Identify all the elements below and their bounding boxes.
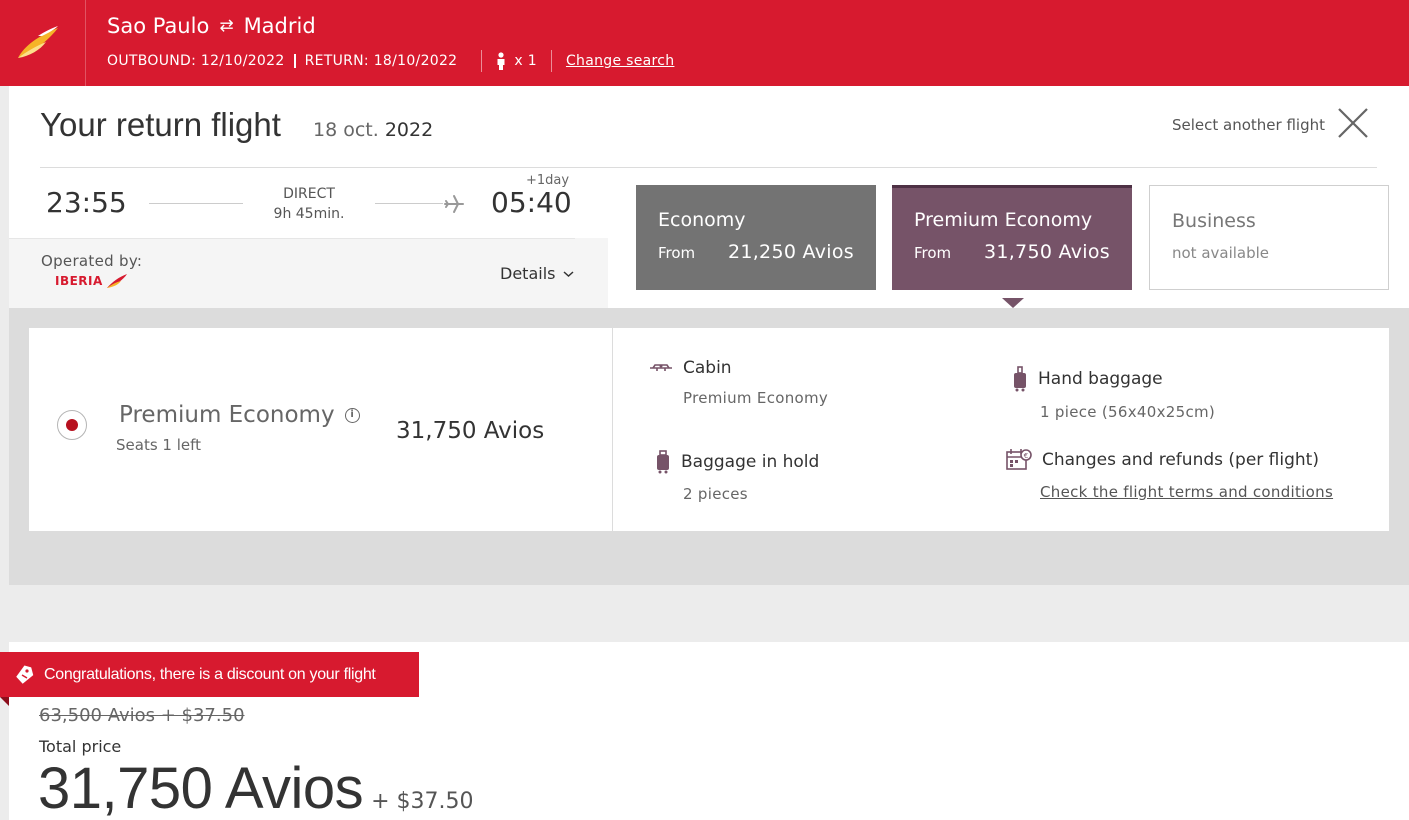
- selected-fare-pointer: [1002, 298, 1024, 308]
- fare-radio-selected[interactable]: [57, 410, 87, 440]
- change-search-link[interactable]: Change search: [566, 53, 674, 69]
- divider: [481, 50, 483, 72]
- calendar-icon: €: [1006, 449, 1032, 470]
- divider: [9, 238, 575, 239]
- route-line: [149, 203, 243, 204]
- feature-cabin: Cabin Premium Economy: [649, 358, 828, 407]
- route-line: [375, 203, 443, 204]
- feature-hand-baggage: Hand baggage 1 piece (56x40x25cm): [1012, 366, 1215, 421]
- feature-cabin-value: Premium Economy: [683, 389, 829, 407]
- feature-changes: € Changes and refunds (per flight) Check…: [1006, 448, 1333, 501]
- flight-panel: Your return flight 18 oct. 2022 Select a…: [9, 86, 1409, 308]
- chevron-down-icon: [563, 270, 574, 277]
- feature-hold-value: 2 pieces: [683, 485, 748, 503]
- route-title: Sao Paulo ⇄ Madrid: [107, 14, 316, 38]
- passenger-count: x 1: [496, 52, 537, 70]
- total-avios: 31,750 Avios: [38, 756, 364, 820]
- airline-logo-icon: [18, 26, 58, 58]
- info-icon[interactable]: i: [344, 407, 360, 423]
- feature-hand-value: 1 piece (56x40x25cm): [1040, 403, 1216, 421]
- carrier-name: IBERIA: [55, 274, 103, 288]
- departure-time: 23:55: [46, 186, 127, 219]
- fare-business: Business not available: [1149, 185, 1389, 290]
- total-price-label: Total price: [39, 737, 122, 756]
- feature-hold-baggage: Baggage in hold 2 pieces: [655, 450, 819, 503]
- flight-date-day: 18 oct.: [313, 119, 379, 141]
- divider: [612, 328, 613, 531]
- return-date: RETURN: 18/10/2022: [304, 53, 458, 69]
- discount-text: Congratulations, there is a discount on …: [44, 665, 376, 683]
- flight-summary: 23:55 DIRECT 9h 45min. +1day 05:40 Opera…: [9, 168, 608, 308]
- divider: [550, 50, 552, 72]
- selected-cabin: Premium Economy i: [119, 402, 360, 428]
- fare-availability: not available: [1172, 244, 1270, 262]
- feature-hold-title: Baggage in hold: [655, 450, 819, 474]
- selected-fare-price: 31,750 Avios: [396, 418, 545, 444]
- flight-info: DIRECT 9h 45min.: [249, 184, 369, 224]
- flight-date-year: 2022: [384, 119, 434, 141]
- passenger-count-text: x 1: [514, 53, 537, 69]
- total-cash: + $37.50: [371, 789, 474, 814]
- fare-from-label: From: [658, 244, 696, 262]
- banner-fold: [0, 697, 9, 706]
- seats-left: Seats 1 left: [116, 436, 202, 454]
- feature-title-text: Cabin: [683, 358, 732, 378]
- fare-price-row: From 31,750 Avios: [914, 241, 1110, 263]
- feature-cabin-title: Cabin: [649, 358, 828, 378]
- feature-changes-title: € Changes and refunds (per flight): [1006, 448, 1333, 472]
- select-another-flight-link[interactable]: Select another flight: [1172, 116, 1325, 134]
- plane-icon: [444, 195, 464, 213]
- svg-text:€: €: [1024, 452, 1028, 460]
- destination-city: Madrid: [243, 14, 316, 38]
- carrier-logo-icon: [106, 274, 127, 288]
- airline-logo[interactable]: [0, 0, 86, 86]
- fare-option-card: Premium Economy i Seats 1 left 31,750 Av…: [29, 328, 1389, 531]
- fare-from-label: From: [914, 244, 952, 262]
- original-price: 63,500 Avios + $37.50: [39, 705, 245, 726]
- feature-hand-title: Hand baggage: [1012, 366, 1215, 392]
- duration-text: 9h 45min.: [273, 206, 345, 222]
- fare-name: Business: [1172, 210, 1256, 232]
- details-label: Details: [500, 264, 556, 283]
- trip-summary: OUTBOUND: 12/10/2022 RETURN: 18/10/2022 …: [107, 50, 674, 72]
- flight-date: 18 oct. 2022: [313, 119, 433, 141]
- outbound-date: OUTBOUND: 12/10/2022: [107, 53, 285, 69]
- total-price: 31,750 Avios + $37.50: [38, 755, 474, 820]
- fare-name: Economy: [658, 209, 746, 231]
- cabin-icon: [650, 364, 672, 371]
- details-toggle[interactable]: Details: [500, 264, 574, 283]
- feature-title-text: Baggage in hold: [681, 452, 820, 472]
- fare-price: 21,250 Avios: [727, 241, 854, 263]
- fare-price: 31,750 Avios: [983, 241, 1110, 263]
- selected-cabin-name: Premium Economy: [119, 402, 335, 428]
- feature-title-text: Changes and refunds (per flight): [1042, 450, 1319, 470]
- page-title: Your return flight: [40, 106, 281, 143]
- feature-changes-value: Check the flight terms and conditions: [1040, 483, 1333, 501]
- terms-conditions-link[interactable]: Check the flight terms and conditions: [1040, 483, 1333, 501]
- carrier-logo: IBERIA: [55, 273, 128, 289]
- fare-price-row: From 21,250 Avios: [658, 241, 854, 263]
- suitcase-icon: [657, 450, 669, 474]
- close-icon[interactable]: [1336, 106, 1370, 140]
- origin-city: Sao Paulo: [107, 14, 210, 38]
- operated-by-label: Operated by:: [41, 252, 143, 270]
- fare-economy[interactable]: Economy From 21,250 Avios: [636, 185, 876, 290]
- discount-banner: Congratulations, there is a discount on …: [0, 652, 419, 697]
- divider: [293, 54, 296, 68]
- swap-icon: ⇄: [219, 16, 234, 36]
- flight-times: 23:55 DIRECT 9h 45min. +1day 05:40: [9, 168, 608, 238]
- top-header: Sao Paulo ⇄ Madrid OUTBOUND: 12/10/2022 …: [0, 0, 1409, 86]
- tag-icon: [16, 665, 34, 684]
- feature-title-text: Hand baggage: [1038, 369, 1163, 389]
- suitcase-icon: [1014, 366, 1026, 392]
- stops-text: DIRECT: [283, 186, 335, 202]
- passenger-icon: [497, 52, 505, 70]
- fare-name: Premium Economy: [914, 209, 1093, 231]
- fare-premium-economy[interactable]: Premium Economy From 31,750 Avios: [892, 185, 1132, 290]
- arrival-time: 05:40: [491, 186, 572, 219]
